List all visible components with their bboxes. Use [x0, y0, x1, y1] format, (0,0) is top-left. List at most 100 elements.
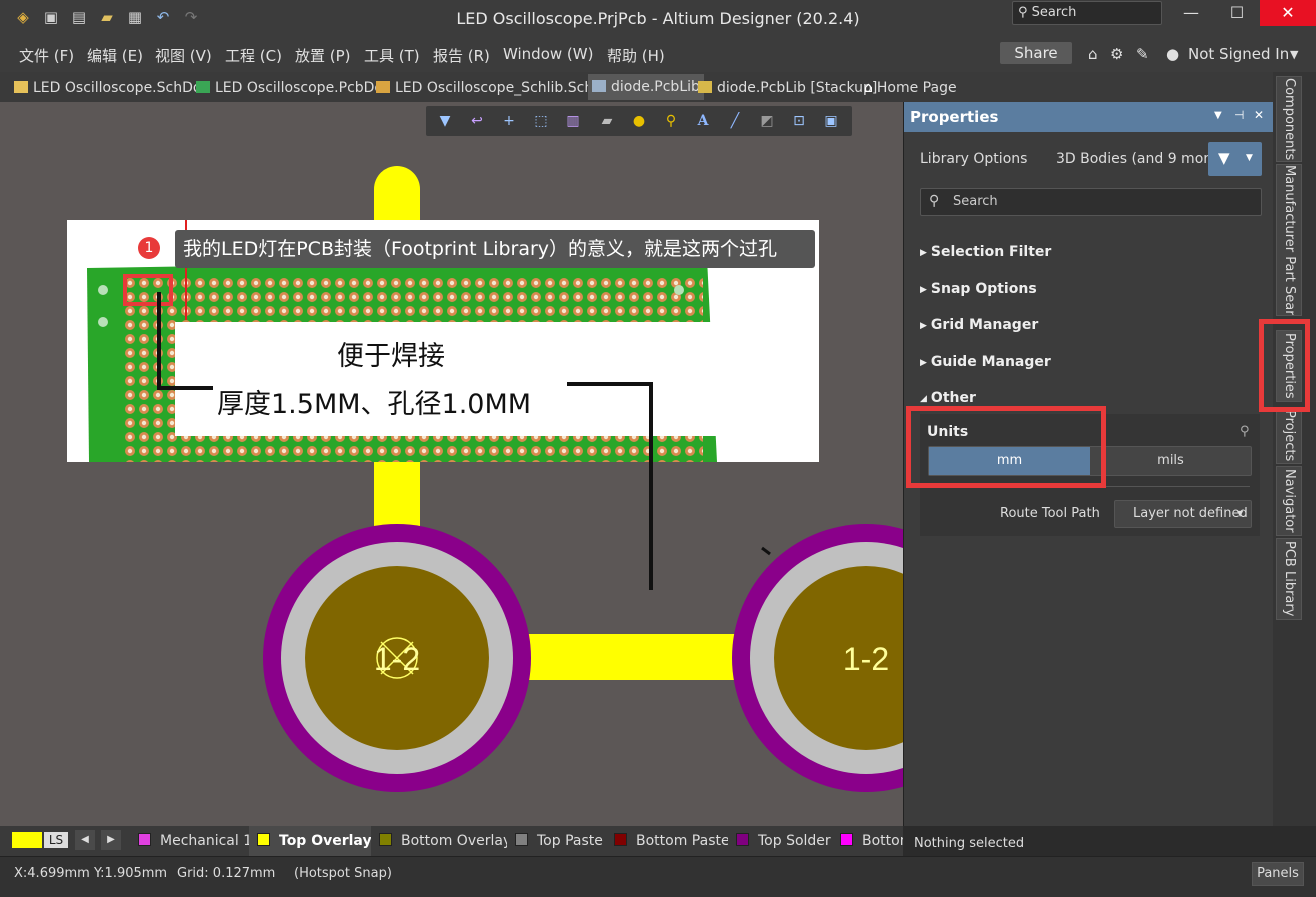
global-search-placeholder: Search — [1031, 5, 1077, 20]
maximize-button[interactable]: ☐ — [1212, 0, 1262, 26]
layer-tab-bottom-overlay[interactable]: Bottom Overlay — [371, 826, 521, 856]
side-tab-pcb-library[interactable]: PCB Library — [1276, 538, 1302, 620]
route-tool-path-label: Route Tool Path — [1000, 506, 1100, 521]
current-layer-swatch[interactable] — [12, 832, 42, 848]
user-icon: ● — [1166, 45, 1180, 63]
global-search-input[interactable]: ⚲ Search — [1012, 1, 1162, 25]
grid-size: Grid: 0.127mm — [177, 866, 276, 881]
filter-button[interactable]: ▼ ▼ — [1208, 142, 1262, 176]
document-tab-bar: LED Oscilloscope.SchDoc LED Oscilloscope… — [0, 72, 1316, 103]
side-tab-navigator[interactable]: Navigator — [1276, 466, 1302, 536]
stackup-doc-icon — [698, 81, 712, 93]
search-icon: ⚲ — [1018, 5, 1028, 20]
section-other[interactable]: ◢ Other — [920, 390, 976, 406]
title-bar: ◈ ▣ ▤ ▰ ▦ ↶ ↷ LED Oscilloscope.PrjPcb - … — [0, 0, 1316, 36]
section-grid-manager[interactable]: ▶ Grid Manager — [920, 317, 1038, 333]
tab-pcblib[interactable]: diode.PcbLib — [588, 74, 704, 100]
highlight-box-properties-tab — [1259, 319, 1310, 412]
layer-color-swatch — [138, 833, 151, 846]
minimize-button[interactable]: — — [1166, 0, 1216, 26]
close-icon[interactable]: ✕ — [1254, 108, 1264, 122]
tab-label: Home Page — [876, 80, 957, 96]
tab-schlib[interactable]: LED Oscilloscope_Schlib.SchLib — [376, 77, 614, 99]
layer-tab-overflow: Bottom Solder — [832, 826, 903, 856]
caret-right-icon: ▶ — [920, 248, 927, 258]
tab-label: LED Oscilloscope.SchDoc — [33, 80, 210, 96]
layer-set-button[interactable]: LS — [44, 832, 68, 848]
tab-home[interactable]: ⌂ Home Page — [864, 77, 957, 99]
filter-icon: ▼ — [1218, 149, 1230, 167]
search-icon[interactable]: ⚲ — [1240, 424, 1250, 439]
chevron-down-icon: ▼ — [1246, 153, 1253, 163]
layer-prev-button[interactable]: ◀ — [75, 830, 95, 850]
section-selection-filter[interactable]: ▶ Selection Filter — [920, 244, 1051, 260]
layer-color-swatch — [736, 833, 749, 846]
chevron-down-icon[interactable]: ▼ — [1290, 48, 1298, 61]
notifications-icon[interactable]: ✎ — [1136, 45, 1149, 63]
menu-window[interactable]: Window (W) — [503, 45, 593, 63]
menu-place[interactable]: 放置 (P) — [295, 45, 351, 66]
layer-tab-bottom-solder[interactable]: Bottom Solder — [832, 826, 903, 856]
layer-tab-top-solder[interactable]: Top Solder — [728, 826, 840, 856]
route-tool-path-select[interactable]: Layer not defined ▼ — [1114, 500, 1252, 528]
caret-right-icon: ▶ — [920, 285, 927, 295]
layer-tab-top-paste[interactable]: Top Paste — [507, 826, 612, 856]
caret-down-icon: ◢ — [920, 394, 927, 404]
panel-search-input[interactable]: ⚲ Search — [920, 188, 1262, 216]
panel-header: Properties ▼ ⊣ ✕ — [904, 102, 1274, 132]
tab-pcbdoc[interactable]: LED Oscilloscope.PcbDoc — [196, 77, 391, 99]
menu-view[interactable]: 视图 (V) — [155, 45, 212, 66]
tab-label: LED Oscilloscope.PcbDoc — [215, 80, 391, 96]
panel-menu-icon[interactable]: ▼ — [1214, 110, 1222, 121]
side-tab-manufacturer-part-search[interactable]: Manufacturer Part Search — [1276, 164, 1302, 316]
search-icon: ⚲ — [929, 193, 940, 209]
layer-tab-mechanical-1[interactable]: Mechanical 1 — [130, 826, 262, 856]
highlight-box-units — [906, 406, 1106, 488]
menu-help[interactable]: 帮助 (H) — [607, 45, 665, 66]
pin-icon[interactable]: ⊣ — [1234, 108, 1244, 122]
layer-tab-bottom-paste[interactable]: Bottom Paste — [606, 826, 739, 856]
pcb-doc-icon — [196, 81, 210, 93]
gear-icon[interactable]: ⚙ — [1110, 45, 1123, 63]
layer-color-swatch — [614, 833, 627, 846]
pcblib-doc-icon — [592, 80, 606, 92]
menu-edit[interactable]: 编辑 (E) — [87, 45, 143, 66]
menu-project[interactable]: 工程 (C) — [225, 45, 282, 66]
tab-schdoc[interactable]: LED Oscilloscope.SchDoc — [14, 77, 209, 99]
library-options-label: Library Options — [920, 151, 1028, 167]
caret-right-icon: ▶ — [920, 358, 927, 368]
panels-button[interactable]: Panels — [1252, 862, 1304, 886]
schlib-doc-icon — [376, 81, 390, 93]
layer-color-swatch — [379, 833, 392, 846]
annotation-lines — [157, 292, 653, 590]
layer-color-swatch — [515, 833, 528, 846]
pcb-canvas[interactable]: ▼ ↩ + ⬚ ▥ ▰ ● ⚲ A ╱ ◩ ⊡ ▣ 1-2 1-2 便于焊接 厚… — [0, 102, 903, 826]
tab-stackup[interactable]: diode.PcbLib [Stackup] — [698, 77, 877, 99]
close-button[interactable]: ✕ — [1260, 0, 1316, 26]
properties-panel: Properties ▼ ⊣ ✕ Library Options 3D Bodi… — [903, 102, 1274, 851]
layer-tab-top-overlay[interactable]: Top Overlay — [249, 826, 381, 856]
share-button[interactable]: Share — [1000, 42, 1072, 64]
route-tool-path-value: Layer not defined — [1133, 506, 1248, 521]
section-guide-manager[interactable]: ▶ Guide Manager — [920, 354, 1051, 370]
layer-next-button[interactable]: ▶ — [101, 830, 121, 850]
side-tab-components[interactable]: Components — [1276, 76, 1302, 162]
status-bar: X:4.699mm Y:1.905mm Grid: 0.127mm (Hotsp… — [0, 856, 1316, 897]
side-tab-projects[interactable]: Projects — [1276, 408, 1302, 464]
home-icon[interactable]: ⌂ — [1088, 45, 1098, 63]
tab-label: diode.PcbLib — [611, 79, 700, 95]
filter-summary[interactable]: 3D Bodies (and 9 more) — [1056, 151, 1223, 167]
menu-file[interactable]: 文件 (F) — [19, 45, 74, 66]
menu-tools[interactable]: 工具 (T) — [364, 45, 420, 66]
schematic-doc-icon — [14, 81, 28, 93]
section-snap-options[interactable]: ▶ Snap Options — [920, 281, 1037, 297]
home-icon: ⌂ — [864, 80, 873, 96]
chevron-down-icon: ▼ — [1237, 509, 1244, 518]
menu-reports[interactable]: 报告 (R) — [433, 45, 490, 66]
tab-label: LED Oscilloscope_Schlib.SchLib — [395, 80, 614, 96]
layer-tab-bar: LS ◀ ▶ Mechanical 1 Top Overlay Bottom O… — [0, 826, 903, 856]
layer-color-swatch — [257, 833, 270, 846]
side-tab-strip: Components Manufacturer Part Search Prop… — [1259, 72, 1316, 826]
account-menu[interactable]: Not Signed In — [1188, 45, 1289, 63]
units-mils-option[interactable]: mils — [1090, 447, 1251, 475]
